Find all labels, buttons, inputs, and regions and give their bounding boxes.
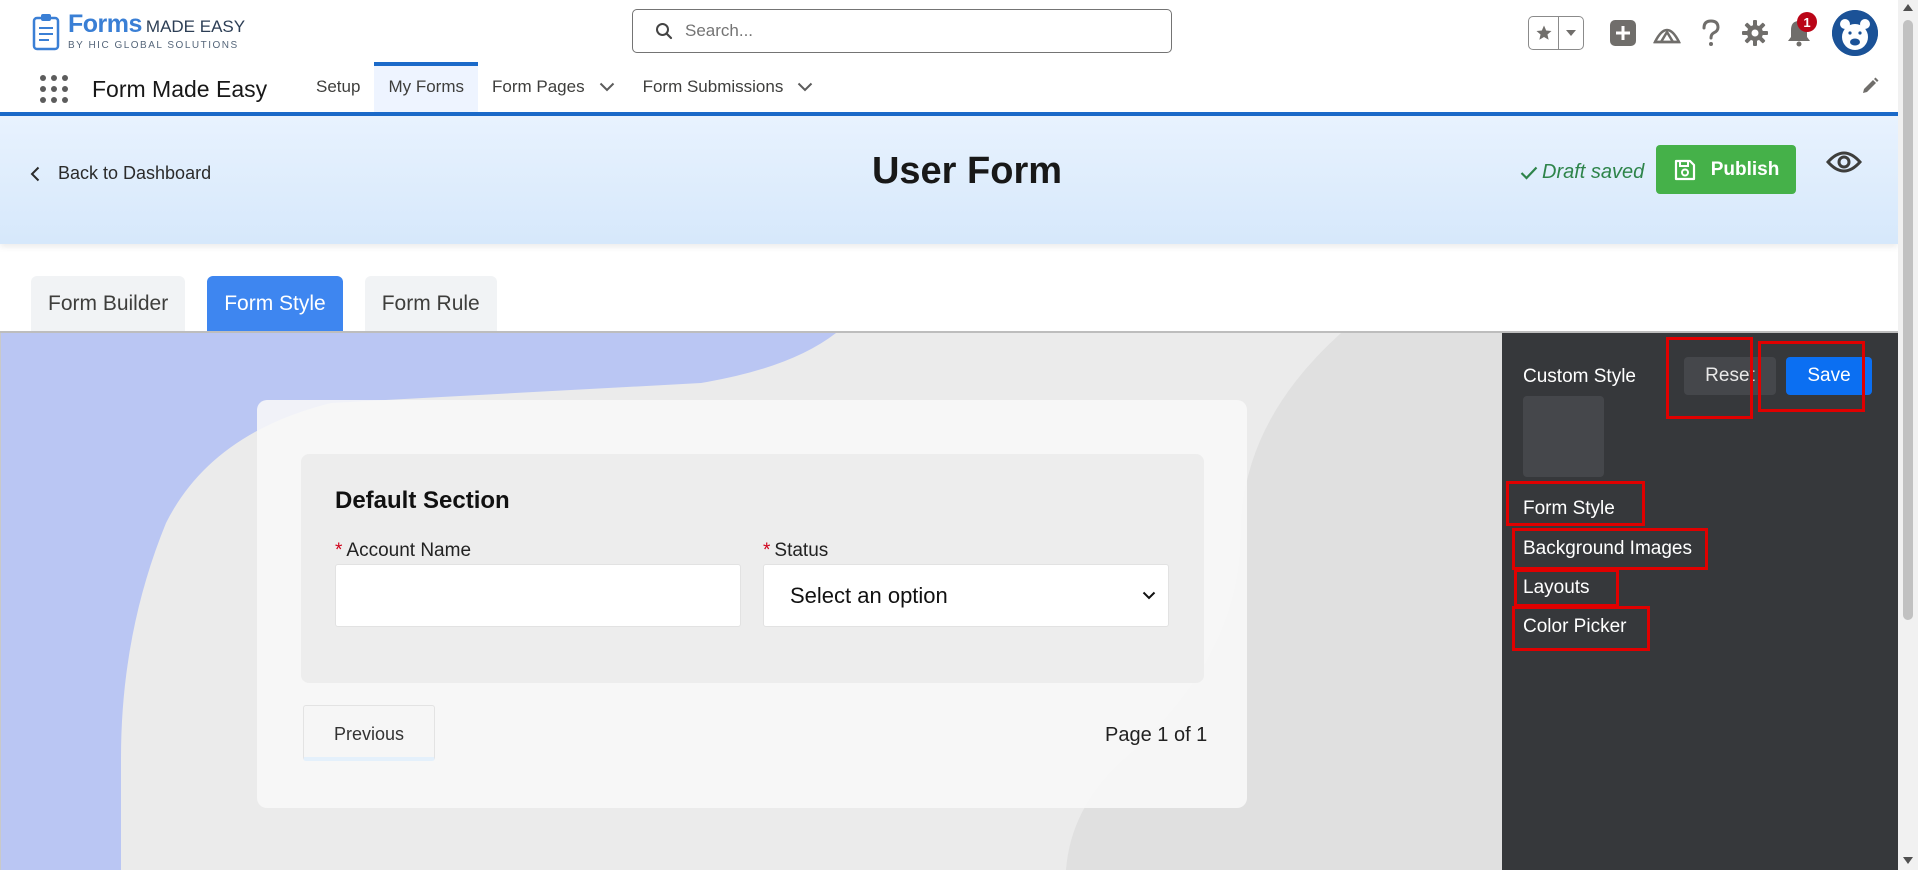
notification-bell-icon[interactable]: 1	[1782, 12, 1817, 50]
layouts-highlight-box	[1514, 569, 1619, 607]
logo-subtitle: BY HIC GLOBAL SOLUTIONS	[68, 40, 239, 51]
nav-item-label: Form Pages	[491, 77, 585, 96]
custom-style-title: Custom Style	[1523, 366, 1636, 387]
forms-logo-icon	[32, 13, 62, 51]
form-page-header: Back to Dashboard User Form Draft saved …	[0, 116, 1898, 244]
draft-saved-text: Draft saved	[1542, 161, 1645, 183]
section-title: Default Section	[335, 487, 510, 514]
logo-made-easy-text: MADE EASY	[145, 17, 246, 36]
field-label-text: Status	[774, 540, 829, 561]
scroll-down-arrow-icon[interactable]	[1903, 857, 1913, 864]
favorites-dropdown-icon[interactable]	[1559, 17, 1583, 49]
page-scrollbar[interactable]	[1898, 0, 1918, 870]
nav-item-form-pages[interactable]: Form Pages	[478, 62, 629, 112]
global-add-icon[interactable]	[1606, 16, 1640, 50]
custom-style-panel: Custom Style Reset Save Form Style Backg…	[1502, 333, 1898, 870]
form-card: Default Section * Account Name * Status Se…	[257, 400, 1247, 808]
color-picker-highlight-box	[1512, 606, 1650, 651]
favorites-star-icon[interactable]	[1529, 17, 1559, 49]
tab-form-builder[interactable]: Form Builder	[31, 276, 186, 331]
favorites-button-group[interactable]	[1528, 16, 1584, 50]
previous-button[interactable]: Previous	[303, 705, 435, 761]
required-asterisk: *	[763, 540, 771, 561]
app-navigation-bar: Form Made Easy Setup My Forms Form Pages…	[0, 62, 1898, 116]
publish-button[interactable]: Publish	[1656, 145, 1796, 194]
form-section: Default Section * Account Name * Status Se…	[301, 454, 1204, 683]
checkmark-icon	[1520, 166, 1538, 180]
app-launcher-icon[interactable]	[40, 75, 68, 103]
form-tabs: Form Builder Form Style Form Rule	[31, 276, 519, 331]
edit-nav-pencil-icon[interactable]	[1860, 76, 1880, 96]
global-search[interactable]	[632, 9, 1172, 53]
nav-item-label: Setup	[316, 77, 361, 96]
tab-form-style[interactable]: Form Style	[207, 276, 343, 331]
tab-form-rule[interactable]: Form Rule	[364, 276, 497, 331]
form-style-highlight-box	[1506, 481, 1645, 526]
preview-eye-icon[interactable]	[1825, 150, 1863, 179]
nav-item-my-forms[interactable]: My Forms	[374, 62, 478, 112]
required-asterisk: *	[335, 540, 343, 561]
form-preview-canvas: Default Section * Account Name * Status Se…	[0, 333, 1502, 870]
nav-item-label: Form Submissions	[642, 77, 784, 96]
global-header: Forms MADE EASY BY HIC GLOBAL SOLUTIONS	[0, 0, 1898, 62]
page-indicator: Page 1 of 1	[1105, 724, 1208, 746]
scroll-up-arrow-icon[interactable]	[1903, 4, 1913, 11]
logo-forms-text: Forms	[68, 10, 142, 38]
style-preview-swatch[interactable]	[1523, 396, 1604, 477]
scrollbar-thumb[interactable]	[1903, 20, 1913, 620]
app-logo[interactable]: Forms MADE EASY BY HIC GLOBAL SOLUTIONS	[32, 12, 245, 51]
search-input[interactable]	[685, 21, 1145, 41]
status-select-value: Select an option	[790, 582, 948, 608]
search-icon	[656, 23, 673, 40]
setup-gear-icon[interactable]	[1738, 16, 1772, 50]
field-label-text: Account Name	[346, 540, 472, 561]
help-icon[interactable]	[1694, 16, 1728, 50]
status-select[interactable]: Select an option	[763, 564, 1169, 627]
chevron-down-icon[interactable]	[797, 82, 813, 92]
trailhead-icon[interactable]	[1650, 16, 1684, 50]
draft-saved-status: Draft saved	[1520, 161, 1644, 184]
background-images-highlight-box	[1512, 528, 1708, 570]
account-name-label: * Account Name	[335, 540, 471, 562]
avatar[interactable]	[1832, 10, 1878, 56]
nav-item-label: My Forms	[388, 77, 464, 96]
save-highlight-box	[1758, 341, 1865, 412]
account-name-input[interactable]	[335, 564, 741, 627]
chevron-down-icon[interactable]	[599, 82, 615, 92]
chevron-down-icon	[1142, 591, 1156, 600]
status-label: * Status	[763, 540, 828, 562]
app-name: Form Made Easy	[92, 76, 268, 102]
save-disk-icon	[1674, 159, 1695, 180]
publish-label: Publish	[1710, 158, 1780, 180]
reset-highlight-box	[1666, 337, 1753, 419]
notification-count-badge: 1	[1797, 12, 1817, 32]
nav-item-setup[interactable]: Setup	[302, 62, 374, 112]
nav-item-form-submissions[interactable]: Form Submissions	[629, 62, 828, 112]
